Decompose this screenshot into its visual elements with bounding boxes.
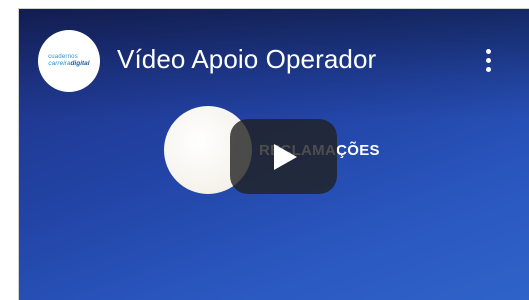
menu-dot — [485, 48, 491, 54]
more-vert-icon[interactable] — [477, 43, 499, 77]
play-button[interactable] — [230, 119, 337, 194]
menu-dot — [485, 57, 491, 63]
menu-dot — [485, 66, 491, 72]
logo-text-part2: digital — [70, 60, 90, 68]
channel-avatar[interactable]: cuadernos carreiradigital — [38, 30, 100, 92]
logo-text-bottom: carreiradigital — [48, 61, 89, 68]
video-embed[interactable]: cuadernos carreiradigital Vídeo Apoio Op… — [18, 8, 529, 300]
play-icon — [274, 144, 297, 170]
logo-text-part1: carreira — [48, 60, 71, 68]
video-title[interactable]: Vídeo Apoio Operador — [117, 44, 376, 75]
